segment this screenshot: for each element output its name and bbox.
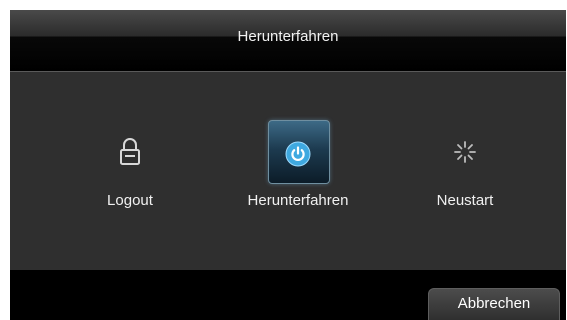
- spinner-icon: [454, 141, 476, 163]
- shutdown-dialog: Herunterfahren Logout Herunterfahren Neu…: [10, 10, 566, 320]
- cancel-button[interactable]: Abbrechen: [428, 288, 560, 320]
- restart-label: Neustart: [436, 192, 494, 209]
- dialog-content: Logout Herunterfahren Neustart: [10, 72, 566, 270]
- restart-icon-area: [433, 120, 497, 184]
- dialog-titlebar: Herunterfahren: [10, 10, 566, 71]
- power-icon: [285, 141, 311, 167]
- dialog-title: Herunterfahren: [237, 28, 339, 45]
- logout-label: Logout: [107, 192, 153, 209]
- shutdown-icon-area: [266, 120, 330, 184]
- shutdown-option[interactable]: Herunterfahren: [228, 120, 368, 210]
- restart-option[interactable]: Neustart: [395, 120, 535, 210]
- shutdown-label: Herunterfahren: [247, 192, 349, 209]
- lock-icon: [120, 138, 140, 165]
- dialog-footer: Abbrechen: [10, 270, 566, 320]
- logout-option[interactable]: Logout: [60, 120, 200, 210]
- logout-icon-area: [98, 120, 162, 184]
